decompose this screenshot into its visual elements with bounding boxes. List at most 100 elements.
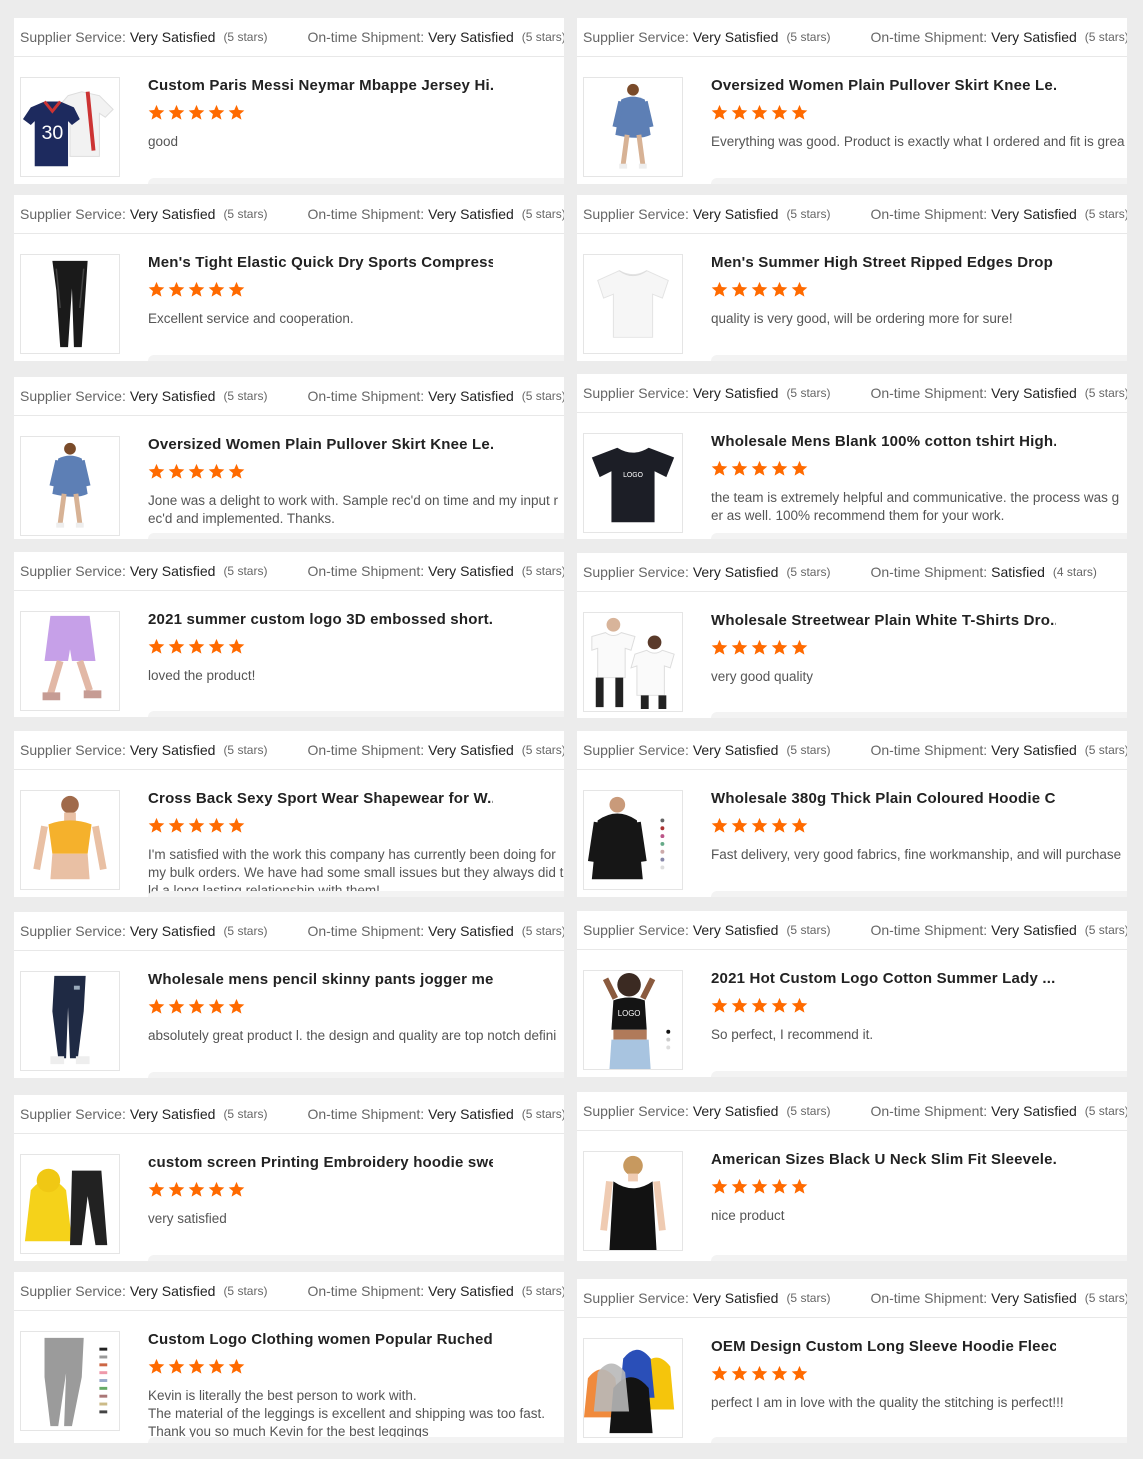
product-title[interactable]: Wholesale mens pencil skinny pants jogge… (148, 971, 493, 988)
rating-summary: Supplier Service: Very Satisfied (5 star… (14, 731, 564, 770)
supplier-service-value: Very Satisfied (692, 1290, 779, 1306)
supplier-service-label: Supplier Service: (20, 742, 126, 758)
supplier-service-stars: (5 stars) (223, 207, 268, 221)
star-icon (228, 1181, 245, 1197)
product-title[interactable]: American Sizes Black U Neck Slim Fit Sle… (711, 1151, 1056, 1168)
card-footer-bar (148, 891, 564, 897)
leggings-image[interactable] (20, 254, 120, 354)
product-title[interactable]: custom screen Printing Embroidery hoodie… (148, 1154, 493, 1171)
grey-leggings-image[interactable] (20, 1331, 120, 1431)
product-title[interactable]: Men's Tight Elastic Quick Dry Sports Com… (148, 254, 493, 271)
rating-summary: Supplier Service: Very Satisfied (5 star… (577, 1092, 1127, 1131)
product-title[interactable]: Cross Back Sexy Sport Wear Shapewear for… (148, 790, 493, 807)
star-icon (731, 817, 748, 833)
star-icon (771, 460, 788, 476)
product-title[interactable]: 2021 Hot Custom Logo Cotton Summer Lady … (711, 970, 1056, 987)
rating-summary: Supplier Service: Very Satisfied (5 star… (14, 195, 564, 234)
shipment-label: On-time Shipment: (307, 742, 425, 758)
card-footer-bar (711, 891, 1127, 897)
shipment-label: On-time Shipment: (870, 206, 988, 222)
black-tee-image[interactable]: LOGO (583, 433, 683, 533)
star-icon (168, 998, 185, 1014)
supplier-service-rating: Supplier Service: Very Satisfied (5 star… (20, 388, 267, 404)
review-card-6: Supplier Service: Very Satisfied (5 star… (577, 374, 1127, 539)
dress-image[interactable] (20, 436, 120, 536)
star-icon (771, 281, 788, 297)
shipment-rating: On-time Shipment: Very Satisfied (5 star… (307, 563, 564, 579)
review-card-3: Supplier Service: Very Satisfied (5 star… (14, 195, 564, 361)
supplier-service-stars: (5 stars) (786, 1104, 831, 1118)
product-title[interactable]: Oversized Women Plain Pullover Skirt Kne… (711, 77, 1056, 94)
streetwear-image[interactable] (583, 612, 683, 712)
supplier-service-stars: (5 stars) (786, 207, 831, 221)
yellow-hoodie-image[interactable] (20, 1154, 120, 1254)
product-title[interactable]: Oversized Women Plain Pullover Skirt Kne… (148, 436, 493, 453)
dress-image[interactable] (583, 77, 683, 177)
review-stars (148, 1181, 564, 1201)
star-icon (731, 1178, 748, 1194)
review-stars (148, 281, 564, 301)
shipment-rating: On-time Shipment: Very Satisfied (5 star… (870, 385, 1127, 401)
shipment-value: Very Satisfied (991, 29, 1077, 45)
star-icon (148, 817, 165, 833)
review-stars (148, 998, 564, 1018)
crop-top-image[interactable]: LOGO (583, 970, 683, 1070)
black-hoodie-image[interactable] (583, 790, 683, 890)
product-title[interactable]: Wholesale 380g Thick Plain Coloured Hood… (711, 790, 1056, 807)
review-comment: perfect I am in love with the quality th… (711, 1395, 1064, 1410)
star-icon (168, 638, 185, 654)
product-title[interactable]: OEM Design Custom Long Sleeve Hoodie Fle… (711, 1338, 1056, 1355)
supplier-service-stars: (5 stars) (223, 1284, 268, 1298)
supplier-service-label: Supplier Service: (583, 385, 689, 401)
shipment-label: On-time Shipment: (307, 563, 425, 579)
review-comment: the team is extremely helpful and commun… (711, 490, 1120, 523)
star-icon (168, 281, 185, 297)
review-card-1: Supplier Service: Very Satisfied (5 star… (14, 18, 564, 184)
shipment-stars: (5 stars) (521, 743, 564, 757)
product-title[interactable]: 2021 summer custom logo 3D embossed shor… (148, 611, 493, 628)
star-icon (771, 1178, 788, 1194)
card-footer-bar (148, 711, 564, 717)
star-icon (731, 460, 748, 476)
product-title[interactable]: Wholesale Mens Blank 100% cotton tshirt … (711, 433, 1056, 450)
hoodies-image[interactable] (583, 1338, 683, 1438)
supplier-service-rating: Supplier Service: Very Satisfied (5 star… (583, 206, 830, 222)
supplier-service-stars: (5 stars) (223, 1107, 268, 1121)
supplier-service-rating: Supplier Service: Very Satisfied (5 star… (583, 385, 830, 401)
review-comment: very satisfied (148, 1211, 227, 1226)
shipment-label: On-time Shipment: (307, 923, 425, 939)
jersey-image[interactable]: 30 (20, 77, 120, 177)
star-icon (791, 997, 808, 1013)
tank-top-image[interactable] (583, 1151, 683, 1251)
star-icon (751, 997, 768, 1013)
star-icon (188, 104, 205, 120)
supplier-service-rating: Supplier Service: Very Satisfied (5 star… (583, 922, 830, 938)
sports-bra-image[interactable] (20, 790, 120, 890)
shipment-rating: On-time Shipment: Very Satisfied (5 star… (307, 923, 564, 939)
review-comment: So perfect, I recommend it. (711, 1027, 874, 1042)
shipment-value: Satisfied (991, 564, 1045, 580)
star-icon (711, 997, 728, 1013)
star-icon (751, 281, 768, 297)
product-title[interactable]: Wholesale Streetwear Plain White T-Shirt… (711, 612, 1056, 629)
rating-summary: Supplier Service: Very Satisfied (5 star… (577, 195, 1127, 234)
star-icon (731, 639, 748, 655)
shipment-rating: On-time Shipment: Very Satisfied (5 star… (870, 922, 1127, 938)
product-title[interactable]: Custom Logo Clothing women Popular Ruche… (148, 1331, 493, 1348)
rating-summary: Supplier Service: Very Satisfied (5 star… (577, 18, 1127, 57)
product-title[interactable]: Custom Paris Messi Neymar Mbappe Jersey … (148, 77, 493, 94)
star-icon (771, 104, 788, 120)
rating-summary: Supplier Service: Very Satisfied (5 star… (577, 911, 1127, 950)
white-tee-image[interactable] (583, 254, 683, 354)
star-icon (791, 104, 808, 120)
shorts-image[interactable] (20, 611, 120, 711)
card-footer-bar (711, 178, 1127, 184)
star-icon (208, 817, 225, 833)
shipment-stars: (4 stars) (1052, 565, 1097, 579)
review-stars (711, 817, 1127, 837)
star-icon (228, 1358, 245, 1374)
product-title[interactable]: Men's Summer High Street Ripped Edges Dr… (711, 254, 1056, 271)
supplier-service-stars: (5 stars) (223, 924, 268, 938)
jogger-image[interactable] (20, 971, 120, 1071)
svg-text:30: 30 (41, 122, 63, 144)
